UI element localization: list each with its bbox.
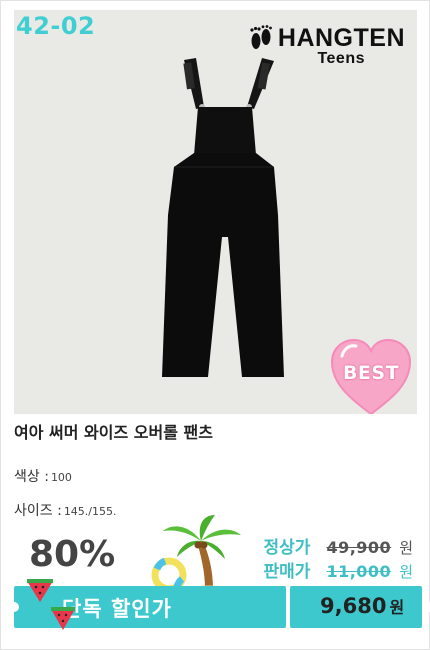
ticket-notch — [424, 602, 430, 612]
product-image[interactable]: 42-02 HANGTEN Teens BEST — [14, 10, 417, 414]
size-value: 145./155. — [63, 505, 117, 518]
regular-price-label: 정상가 — [263, 538, 311, 558]
regular-price-row: 정상가 49,900 원 — [264, 533, 413, 558]
regular-price: 49,900 — [326, 538, 392, 557]
exclusive-price-label: 단독 할인가 — [62, 597, 172, 621]
color-label: 색상 : — [14, 469, 49, 485]
final-price: 9,680 원 — [320, 594, 404, 618]
watermelon-icon — [27, 579, 53, 602]
palm-tree-icon — [151, 515, 241, 593]
size-label: 사이즈 : — [14, 503, 62, 519]
sale-currency: 원 — [399, 563, 413, 581]
overalls-photo — [162, 58, 284, 377]
discount-rate: 80% — [29, 534, 116, 575]
best-label: BEST — [342, 362, 400, 384]
brand-name: HANGTEN — [277, 24, 405, 52]
regular-currency: 원 — [399, 539, 413, 557]
color-value: 100 — [50, 471, 72, 484]
size-spec: 사이즈 :145./155. — [14, 500, 117, 520]
brand-sub: Teens — [317, 50, 365, 67]
product-card[interactable]: 42-02 HANGTEN Teens BEST 여아 써머 와이즈 오버롤 팬… — [0, 0, 430, 650]
best-badge: BEST — [330, 338, 412, 414]
product-code: 42-02 — [16, 12, 96, 40]
footprints-icon — [250, 24, 272, 49]
sale-price: 11,000 — [326, 562, 392, 581]
watermelon-icon — [51, 607, 75, 630]
sale-price-label: 판매가 — [263, 562, 311, 582]
product-title[interactable]: 여아 써머 와이즈 오버롤 팬츠 — [14, 419, 213, 443]
ticket-notch — [9, 602, 19, 612]
final-price-currency: 원 — [389, 598, 405, 617]
sale-price-row: 판매가 11,000 원 — [264, 557, 413, 582]
final-price-value: 9,680 — [320, 594, 387, 618]
color-spec: 색상 :100 — [14, 466, 72, 486]
